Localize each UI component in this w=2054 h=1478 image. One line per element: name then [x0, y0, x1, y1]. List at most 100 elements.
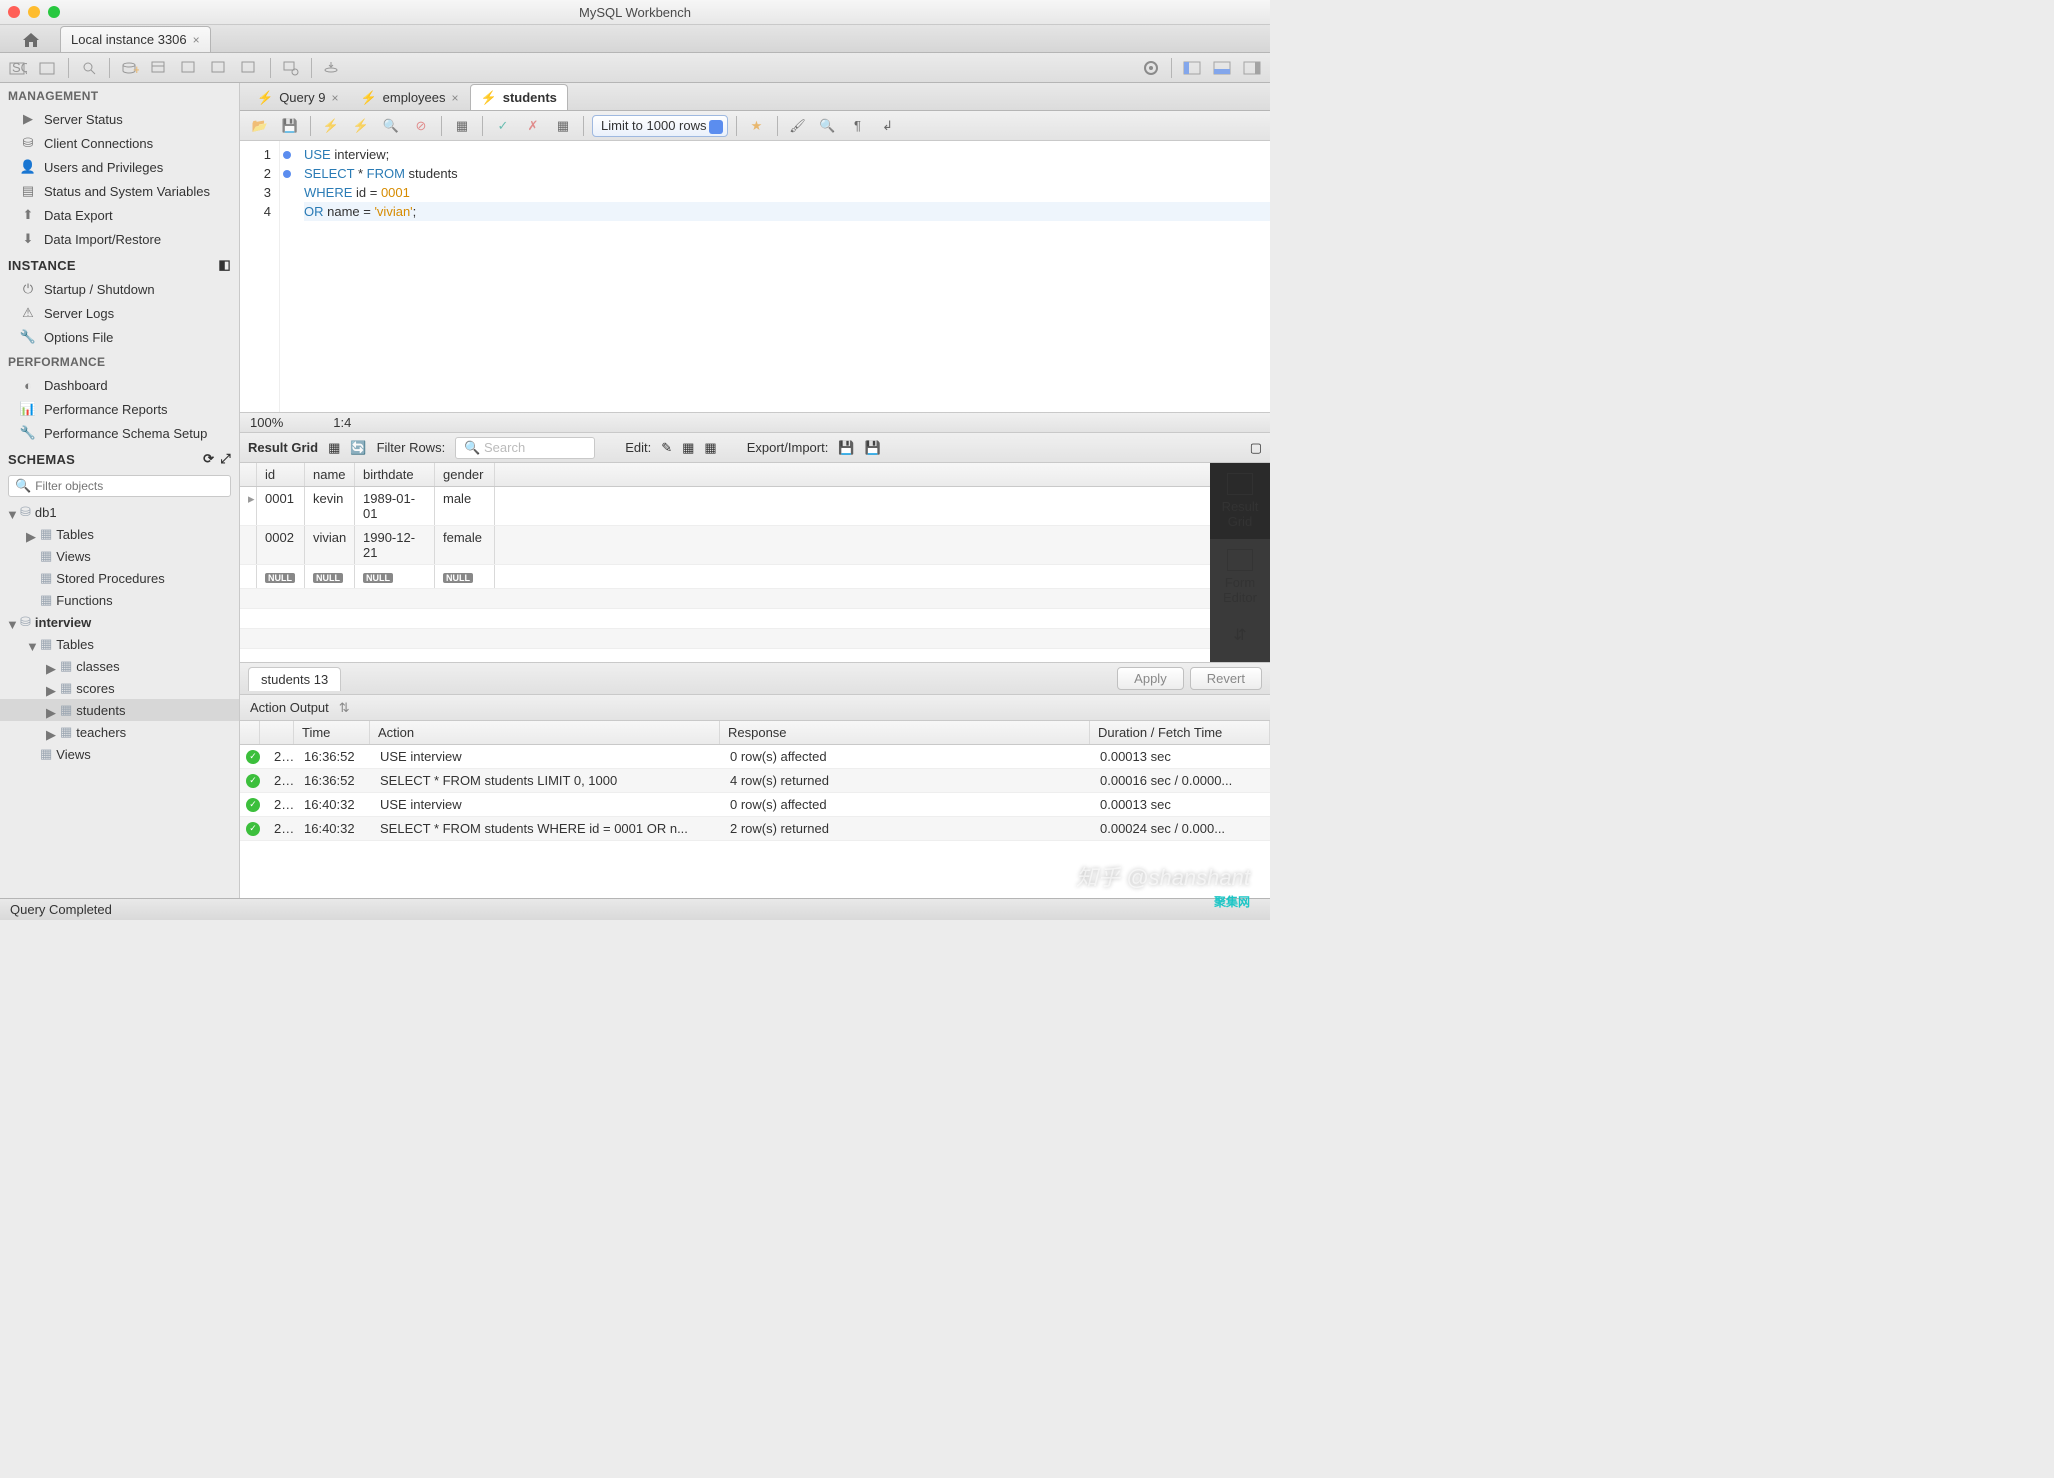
sidebar-item-data-export[interactable]: ⬆Data Export	[0, 203, 239, 227]
wrap-cell-icon[interactable]: ▢	[1250, 440, 1262, 456]
toggle-icon[interactable]: ▦	[551, 115, 575, 137]
tree-scores[interactable]: ▶▦scores	[0, 677, 239, 699]
column-id[interactable]: id	[257, 463, 305, 486]
tree-db1-sp[interactable]: ▦Stored Procedures	[0, 567, 239, 589]
new-sql-tab-icon[interactable]: SQL	[6, 57, 30, 79]
open-file-icon[interactable]: 📂	[248, 115, 272, 137]
tree-int-tables[interactable]: ▼▦Tables	[0, 633, 239, 655]
add-schema-icon[interactable]: +	[118, 57, 142, 79]
reconnect-icon[interactable]	[320, 57, 344, 79]
grid-row[interactable]: 0002 vivian 1990-12-21 female	[240, 526, 1210, 565]
dropdown-icon[interactable]: ⇅	[339, 700, 350, 716]
home-button[interactable]	[6, 28, 56, 52]
tree-int-views[interactable]: ▦Views	[0, 743, 239, 765]
tab-students[interactable]: ⚡students	[470, 84, 568, 110]
form-editor-view-button[interactable]: Form Editor	[1210, 539, 1270, 615]
resultset-tab[interactable]: students 13	[248, 667, 341, 691]
sidebar-item-perf-schema[interactable]: 🔧Performance Schema Setup	[0, 421, 239, 445]
open-sql-file-icon[interactable]	[36, 57, 60, 79]
find-icon[interactable]: 🔍	[816, 115, 840, 137]
sidebar-item-options[interactable]: 🔧Options File	[0, 325, 239, 349]
column-gender[interactable]: gender	[435, 463, 495, 486]
sidebar-item-status-vars[interactable]: ▤Status and System Variables	[0, 179, 239, 203]
more-views-button[interactable]: ⇵	[1210, 615, 1270, 655]
grid-row[interactable]: ▸ 0001 kevin 1989-01-01 male	[240, 487, 1210, 526]
search-table-icon[interactable]	[279, 57, 303, 79]
output-row[interactable]: ✓2616:36:52USE interview0 row(s) affecte…	[240, 745, 1270, 769]
close-tab-icon[interactable]: ×	[452, 91, 459, 105]
tree-teachers[interactable]: ▶▦teachers	[0, 721, 239, 743]
add-table-icon[interactable]	[148, 57, 172, 79]
tree-db1-fn[interactable]: ▦Functions	[0, 589, 239, 611]
invisible-chars-icon[interactable]: ¶	[846, 115, 870, 137]
grid-row-null[interactable]: NULL NULL NULL NULL	[240, 565, 1210, 589]
code-body[interactable]: USE interview; SELECT * FROM students WH…	[294, 141, 1270, 412]
tree-db1-views[interactable]: ▦Views	[0, 545, 239, 567]
tree-db1-tables[interactable]: ▶▦Tables	[0, 523, 239, 545]
edit-row-icon[interactable]: ✎	[661, 440, 672, 456]
expand-icon[interactable]: ⤢	[220, 451, 231, 467]
result-grid[interactable]: id name birthdate gender ▸ 0001 kevin 19…	[240, 463, 1210, 662]
tree-db1[interactable]: ▼⛁db1	[0, 501, 239, 523]
sidebar-item-users[interactable]: 👤Users and Privileges	[0, 155, 239, 179]
add-view-icon[interactable]	[178, 57, 202, 79]
panel-right-icon[interactable]	[1240, 57, 1264, 79]
col-duration[interactable]: Duration / Fetch Time	[1090, 721, 1270, 744]
col-action[interactable]: Action	[370, 721, 720, 744]
close-tab-icon[interactable]: ×	[331, 91, 338, 105]
close-tab-icon[interactable]: ×	[193, 33, 200, 47]
gear-icon[interactable]	[1139, 57, 1163, 79]
column-birthdate[interactable]: birthdate	[355, 463, 435, 486]
apply-button[interactable]: Apply	[1117, 667, 1184, 690]
import-icon[interactable]: 💾	[865, 440, 881, 456]
sidebar-item-server-status[interactable]: ▶Server Status	[0, 107, 239, 131]
revert-button[interactable]: Revert	[1190, 667, 1262, 690]
export-icon[interactable]: 💾	[838, 440, 854, 456]
column-name[interactable]: name	[305, 463, 355, 486]
output-row[interactable]: ✓2716:36:52SELECT * FROM students LIMIT …	[240, 769, 1270, 793]
sidebar-item-data-import[interactable]: ⬇Data Import/Restore	[0, 227, 239, 251]
favorite-icon[interactable]: ★	[745, 115, 769, 137]
tree-students[interactable]: ▶▦students	[0, 699, 239, 721]
execute-icon[interactable]: ⚡	[319, 115, 343, 137]
zoom-level[interactable]: 100%	[250, 415, 283, 430]
col-time[interactable]: Time	[294, 721, 370, 744]
sidebar-item-client-connections[interactable]: ⛁Client Connections	[0, 131, 239, 155]
connection-tab[interactable]: Local instance 3306 ×	[60, 26, 211, 52]
sidebar-item-dashboard[interactable]: ◐Dashboard	[0, 373, 239, 397]
limit-rows-select[interactable]: Limit to 1000 rows	[592, 115, 728, 137]
panel-bottom-icon[interactable]	[1210, 57, 1234, 79]
delete-row-icon[interactable]: ▦	[704, 440, 716, 456]
grid-icon[interactable]: ▦	[328, 440, 340, 456]
sql-editor[interactable]: 1234 USE interview; SELECT * FROM studen…	[240, 141, 1270, 413]
output-row[interactable]: ✓2916:40:32SELECT * FROM students WHERE …	[240, 817, 1270, 841]
tree-classes[interactable]: ▶▦classes	[0, 655, 239, 677]
action-output-label[interactable]: Action Output	[250, 700, 329, 715]
refresh-icon[interactable]: 🔄	[350, 440, 366, 456]
panel-left-icon[interactable]	[1180, 57, 1204, 79]
inspector-icon[interactable]	[77, 57, 101, 79]
result-grid-view-button[interactable]: Result Grid	[1210, 463, 1270, 539]
add-function-icon[interactable]	[238, 57, 262, 79]
sidebar-item-startup[interactable]: ⏻Startup / Shutdown	[0, 277, 239, 301]
refresh-icon[interactable]: ⟳	[203, 451, 214, 467]
tab-employees[interactable]: ⚡employees×	[349, 84, 469, 110]
stop-icon[interactable]: ⊘	[409, 115, 433, 137]
sidebar-item-logs[interactable]: ⚠Server Logs	[0, 301, 239, 325]
add-procedure-icon[interactable]	[208, 57, 232, 79]
explain-icon[interactable]: 🔍	[379, 115, 403, 137]
sidebar-item-perf-reports[interactable]: 📊Performance Reports	[0, 397, 239, 421]
execute-current-icon[interactable]: ⚡	[349, 115, 373, 137]
commit-icon[interactable]: ✓	[491, 115, 515, 137]
wrap-icon[interactable]: ↲	[876, 115, 900, 137]
tab-query9[interactable]: ⚡Query 9×	[246, 84, 349, 110]
rollback-icon[interactable]: ✗	[521, 115, 545, 137]
beautify-icon[interactable]: 🖌	[786, 115, 810, 137]
toggle-autocommit-icon[interactable]: ▦	[450, 115, 474, 137]
add-row-icon[interactable]: ▦	[682, 440, 694, 456]
schema-filter-input[interactable]	[35, 479, 224, 493]
save-icon[interactable]: 💾	[278, 115, 302, 137]
col-response[interactable]: Response	[720, 721, 1090, 744]
output-row[interactable]: ✓2816:40:32USE interview0 row(s) affecte…	[240, 793, 1270, 817]
schema-filter[interactable]: 🔍	[8, 475, 231, 497]
